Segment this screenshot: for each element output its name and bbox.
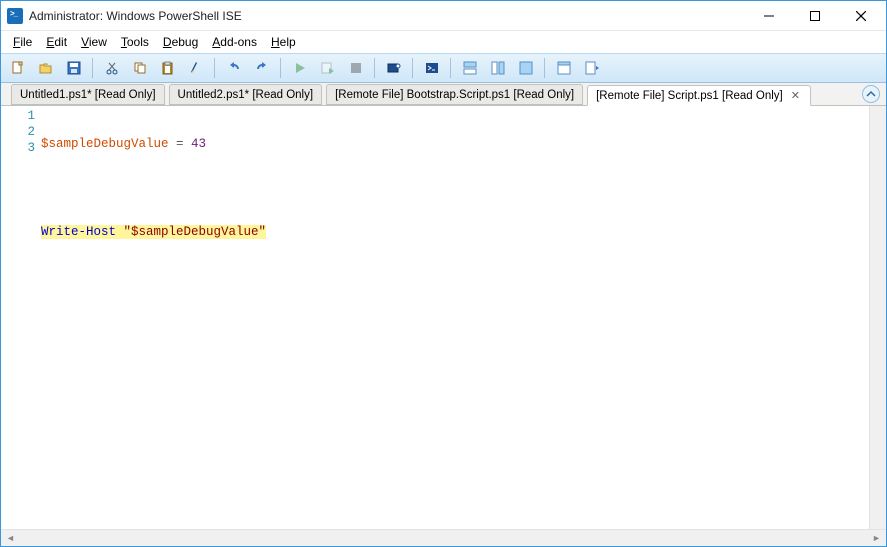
toolbar-separator (211, 56, 219, 80)
maximize-button[interactable] (792, 1, 838, 31)
toolbar-separator (447, 56, 455, 80)
horizontal-scrollbar[interactable]: ◄ ► (1, 529, 886, 546)
toolbar-separator (371, 56, 379, 80)
show-script-right-button[interactable] (485, 56, 511, 80)
menu-file[interactable]: File (7, 33, 38, 51)
line-number: 3 (1, 140, 35, 156)
show-command-addon-button[interactable] (579, 56, 605, 80)
menu-bar: File Edit View Tools Debug Add-ons Help (1, 31, 886, 53)
menu-debug[interactable]: Debug (157, 33, 204, 51)
stop-button[interactable] (343, 56, 369, 80)
code-line: $sampleDebugValue = 43 (41, 136, 869, 152)
menu-edit[interactable]: Edit (40, 33, 73, 51)
toolbar-separator (541, 56, 549, 80)
window-title: Administrator: Windows PowerShell ISE (29, 9, 746, 23)
tab-label: [Remote File] Bootstrap.Script.ps1 [Read… (335, 89, 574, 101)
menu-view[interactable]: View (75, 33, 113, 51)
line-number-gutter: 1 2 3 (1, 106, 41, 529)
show-script-top-button[interactable] (457, 56, 483, 80)
code-line: Write-Host "$sampleDebugValue" (41, 224, 869, 240)
tab-untitled1[interactable]: Untitled1.ps1* [Read Only] (11, 84, 165, 105)
code-line (41, 180, 869, 196)
scroll-right-button[interactable]: ► (869, 532, 884, 545)
save-button[interactable] (61, 56, 87, 80)
code-area[interactable]: $sampleDebugValue = 43 Write-Host "$samp… (41, 106, 869, 529)
toolbar (1, 53, 886, 83)
tab-label: [Remote File] Script.ps1 [Read Only] (596, 90, 783, 102)
close-button[interactable] (838, 1, 884, 31)
minimize-button[interactable] (746, 1, 792, 31)
menu-help[interactable]: Help (265, 33, 302, 51)
new-file-button[interactable] (5, 56, 31, 80)
tab-script[interactable]: [Remote File] Script.ps1 [Read Only] ✕ (587, 85, 811, 106)
paste-button[interactable] (155, 56, 181, 80)
show-command-button[interactable] (551, 56, 577, 80)
clear-button[interactable] (183, 56, 209, 80)
menu-tools[interactable]: Tools (115, 33, 155, 51)
line-number: 1 (1, 108, 35, 124)
start-powershell-button[interactable] (419, 56, 445, 80)
cut-button[interactable] (99, 56, 125, 80)
copy-button[interactable] (127, 56, 153, 80)
show-script-max-button[interactable] (513, 56, 539, 80)
new-remote-tab-button[interactable] (381, 56, 407, 80)
toolbar-separator (89, 56, 97, 80)
toolbar-separator (277, 56, 285, 80)
run-selection-button[interactable] (315, 56, 341, 80)
open-file-button[interactable] (33, 56, 59, 80)
collapse-script-pane-button[interactable] (862, 85, 880, 103)
line-number: 2 (1, 124, 35, 140)
redo-button[interactable] (249, 56, 275, 80)
title-bar: Administrator: Windows PowerShell ISE (1, 1, 886, 31)
undo-button[interactable] (221, 56, 247, 80)
code-editor[interactable]: 1 2 3 $sampleDebugValue = 43 Write-Host … (1, 106, 886, 529)
chevron-up-icon (866, 89, 876, 99)
toolbar-separator (409, 56, 417, 80)
tab-bootstrap[interactable]: [Remote File] Bootstrap.Script.ps1 [Read… (326, 84, 583, 105)
tab-bar: Untitled1.ps1* [Read Only] Untitled2.ps1… (1, 83, 886, 106)
tab-close-icon[interactable]: ✕ (789, 89, 802, 102)
app-icon (7, 8, 23, 24)
tab-label: Untitled2.ps1* [Read Only] (178, 89, 314, 101)
scroll-left-button[interactable]: ◄ (3, 532, 18, 545)
tab-label: Untitled1.ps1* [Read Only] (20, 89, 156, 101)
menu-addons[interactable]: Add-ons (206, 33, 263, 51)
run-button[interactable] (287, 56, 313, 80)
vertical-scrollbar[interactable] (869, 106, 886, 529)
tab-untitled2[interactable]: Untitled2.ps1* [Read Only] (169, 84, 323, 105)
